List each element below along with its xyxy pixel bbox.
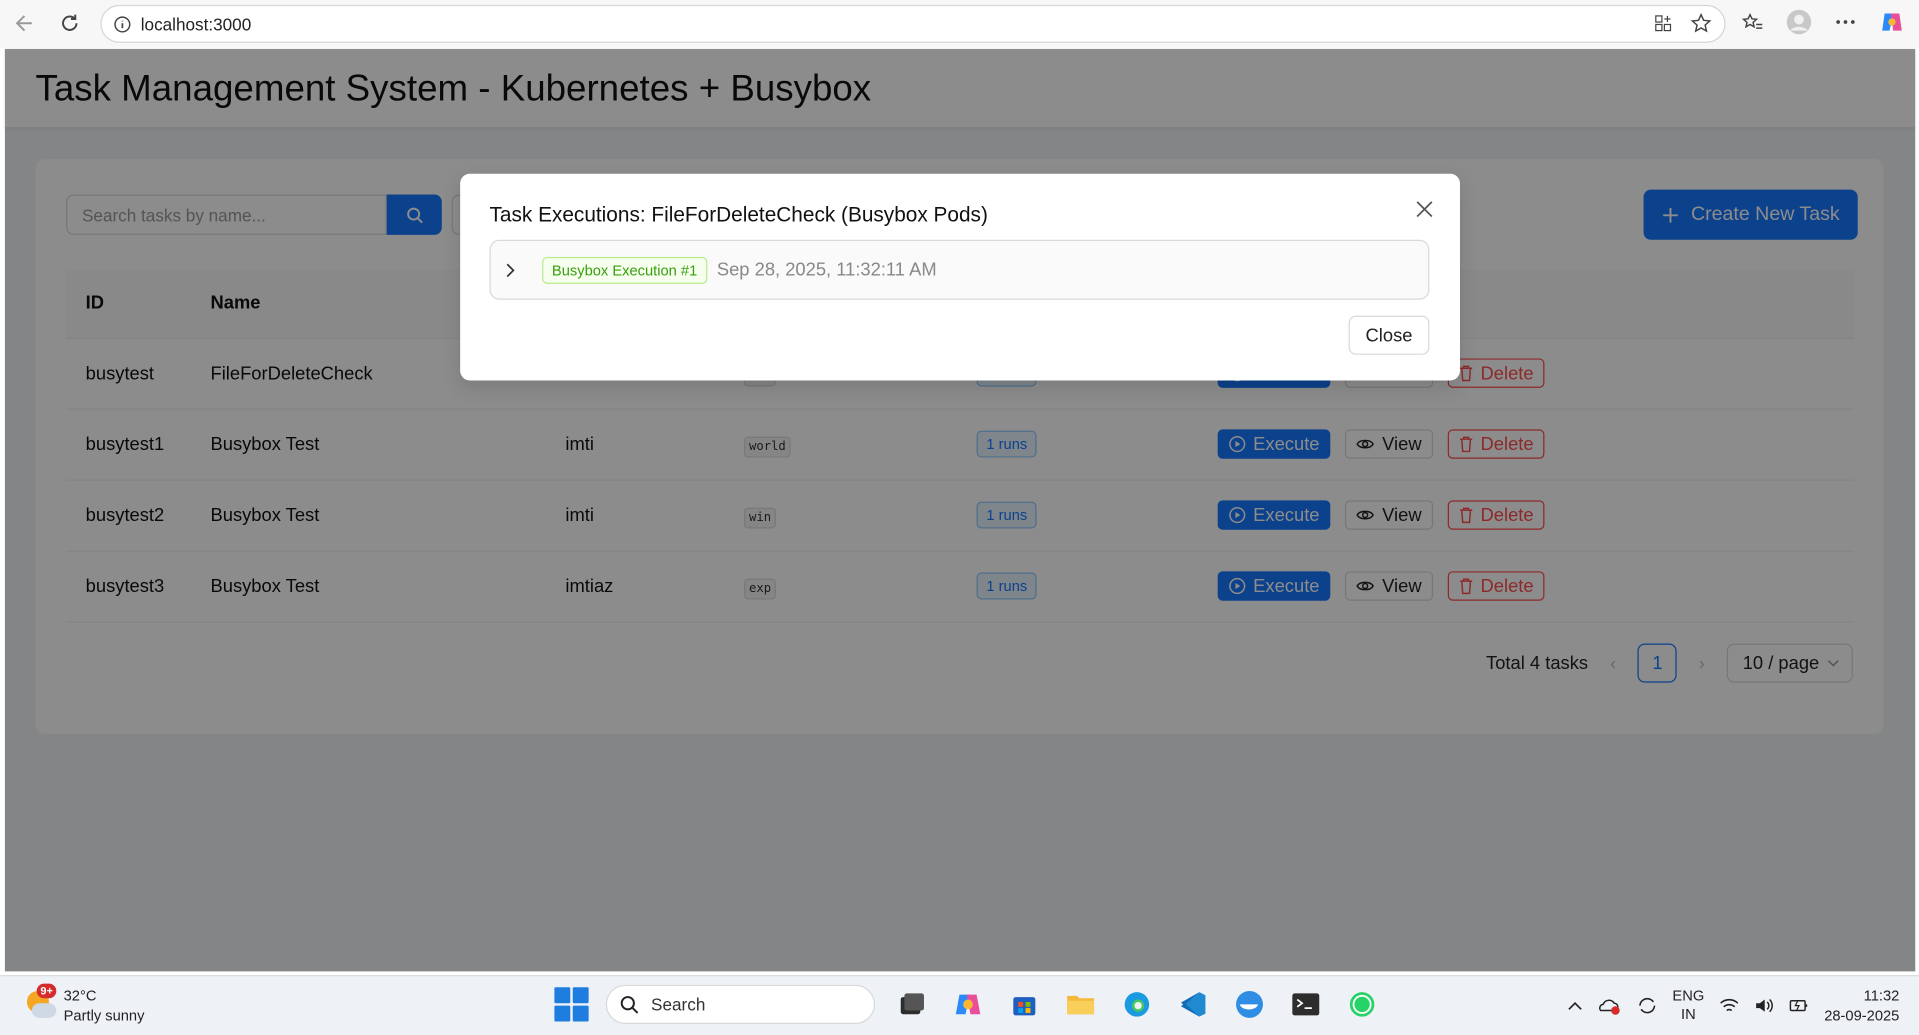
store-icon[interactable] [1005,985,1044,1024]
battery-icon[interactable] [1787,997,1809,1014]
weather-temp: 32°C [63,987,97,1005]
copilot-app-icon[interactable] [948,985,987,1024]
volume-icon[interactable] [1753,997,1773,1014]
copilot-icon[interactable] [1877,7,1906,36]
execution-tag: Busybox Execution #1 [542,256,708,284]
language-indicator[interactable]: ENG IN [1672,987,1704,1024]
back-icon[interactable] [7,6,41,40]
whatsapp-icon[interactable] [1343,985,1382,1024]
windows-start-icon[interactable] [554,987,589,1022]
favorites-icon[interactable] [1738,7,1767,36]
sync-icon[interactable] [1636,995,1658,1017]
terminal-icon[interactable] [1286,985,1325,1024]
weather-desc: Partly sunny [63,1006,145,1024]
more-options-icon[interactable] [1831,7,1860,36]
refresh-icon[interactable] [53,6,87,40]
file-explorer-icon[interactable] [1061,985,1100,1024]
clock-date: 28-09-2025 [1824,1006,1900,1024]
screen: localhost:3000 Task Management System - … [0,0,1919,1035]
edge-browser-icon[interactable] [1117,985,1156,1024]
favorite-star-icon[interactable] [1690,12,1712,40]
profile-avatar-icon[interactable] [1784,7,1813,36]
partly-sunny-icon: 9+ [22,983,57,1023]
site-info-icon[interactable] [114,15,131,32]
taskbar: 9+ 32°C Partly sunny Search ENG IN 11:32… [0,975,1919,1035]
onedrive-error-icon[interactable] [1597,996,1621,1016]
search-icon [619,995,639,1015]
close-button[interactable]: Close [1348,315,1430,355]
docker-icon[interactable] [1230,985,1269,1024]
region-code: IN [1681,1005,1696,1023]
clock[interactable]: 11:32 28-09-2025 [1824,986,1899,1025]
chevron-right-icon [505,262,532,277]
system-tray: ENG IN 11:32 28-09-2025 [1567,986,1899,1025]
taskbar-search-label: Search [651,994,706,1015]
weather-widget[interactable]: 9+ 32°C Partly sunny [22,983,145,1025]
taskbar-search[interactable]: Search [605,984,876,1024]
execution-time: Sep 28, 2025, 11:32:11 AM [716,259,937,281]
address-bar[interactable]: localhost:3000 [100,4,1726,43]
app-install-icon[interactable] [1653,13,1673,39]
task-view-icon[interactable] [892,985,931,1024]
notification-badge: 9+ [36,983,57,999]
taskbar-apps: Search [554,984,1382,1024]
execution-panel-header[interactable]: Busybox Execution #1 Sep 28, 2025, 11:32… [489,239,1430,300]
url-text: localhost:3000 [140,14,252,34]
vscode-icon[interactable] [1174,985,1213,1024]
modal-title: Task Executions: FileForDeleteCheck (Bus… [489,203,988,227]
lang-code: ENG [1672,987,1705,1005]
executions-modal: Task Executions: FileForDeleteCheck (Bus… [460,173,1460,381]
wifi-icon[interactable] [1719,997,1739,1014]
browser-toolbar: localhost:3000 [0,0,1919,48]
close-icon[interactable] [1411,196,1438,223]
chevron-up-icon[interactable] [1567,1001,1582,1011]
clock-time: 11:32 [1863,987,1900,1005]
